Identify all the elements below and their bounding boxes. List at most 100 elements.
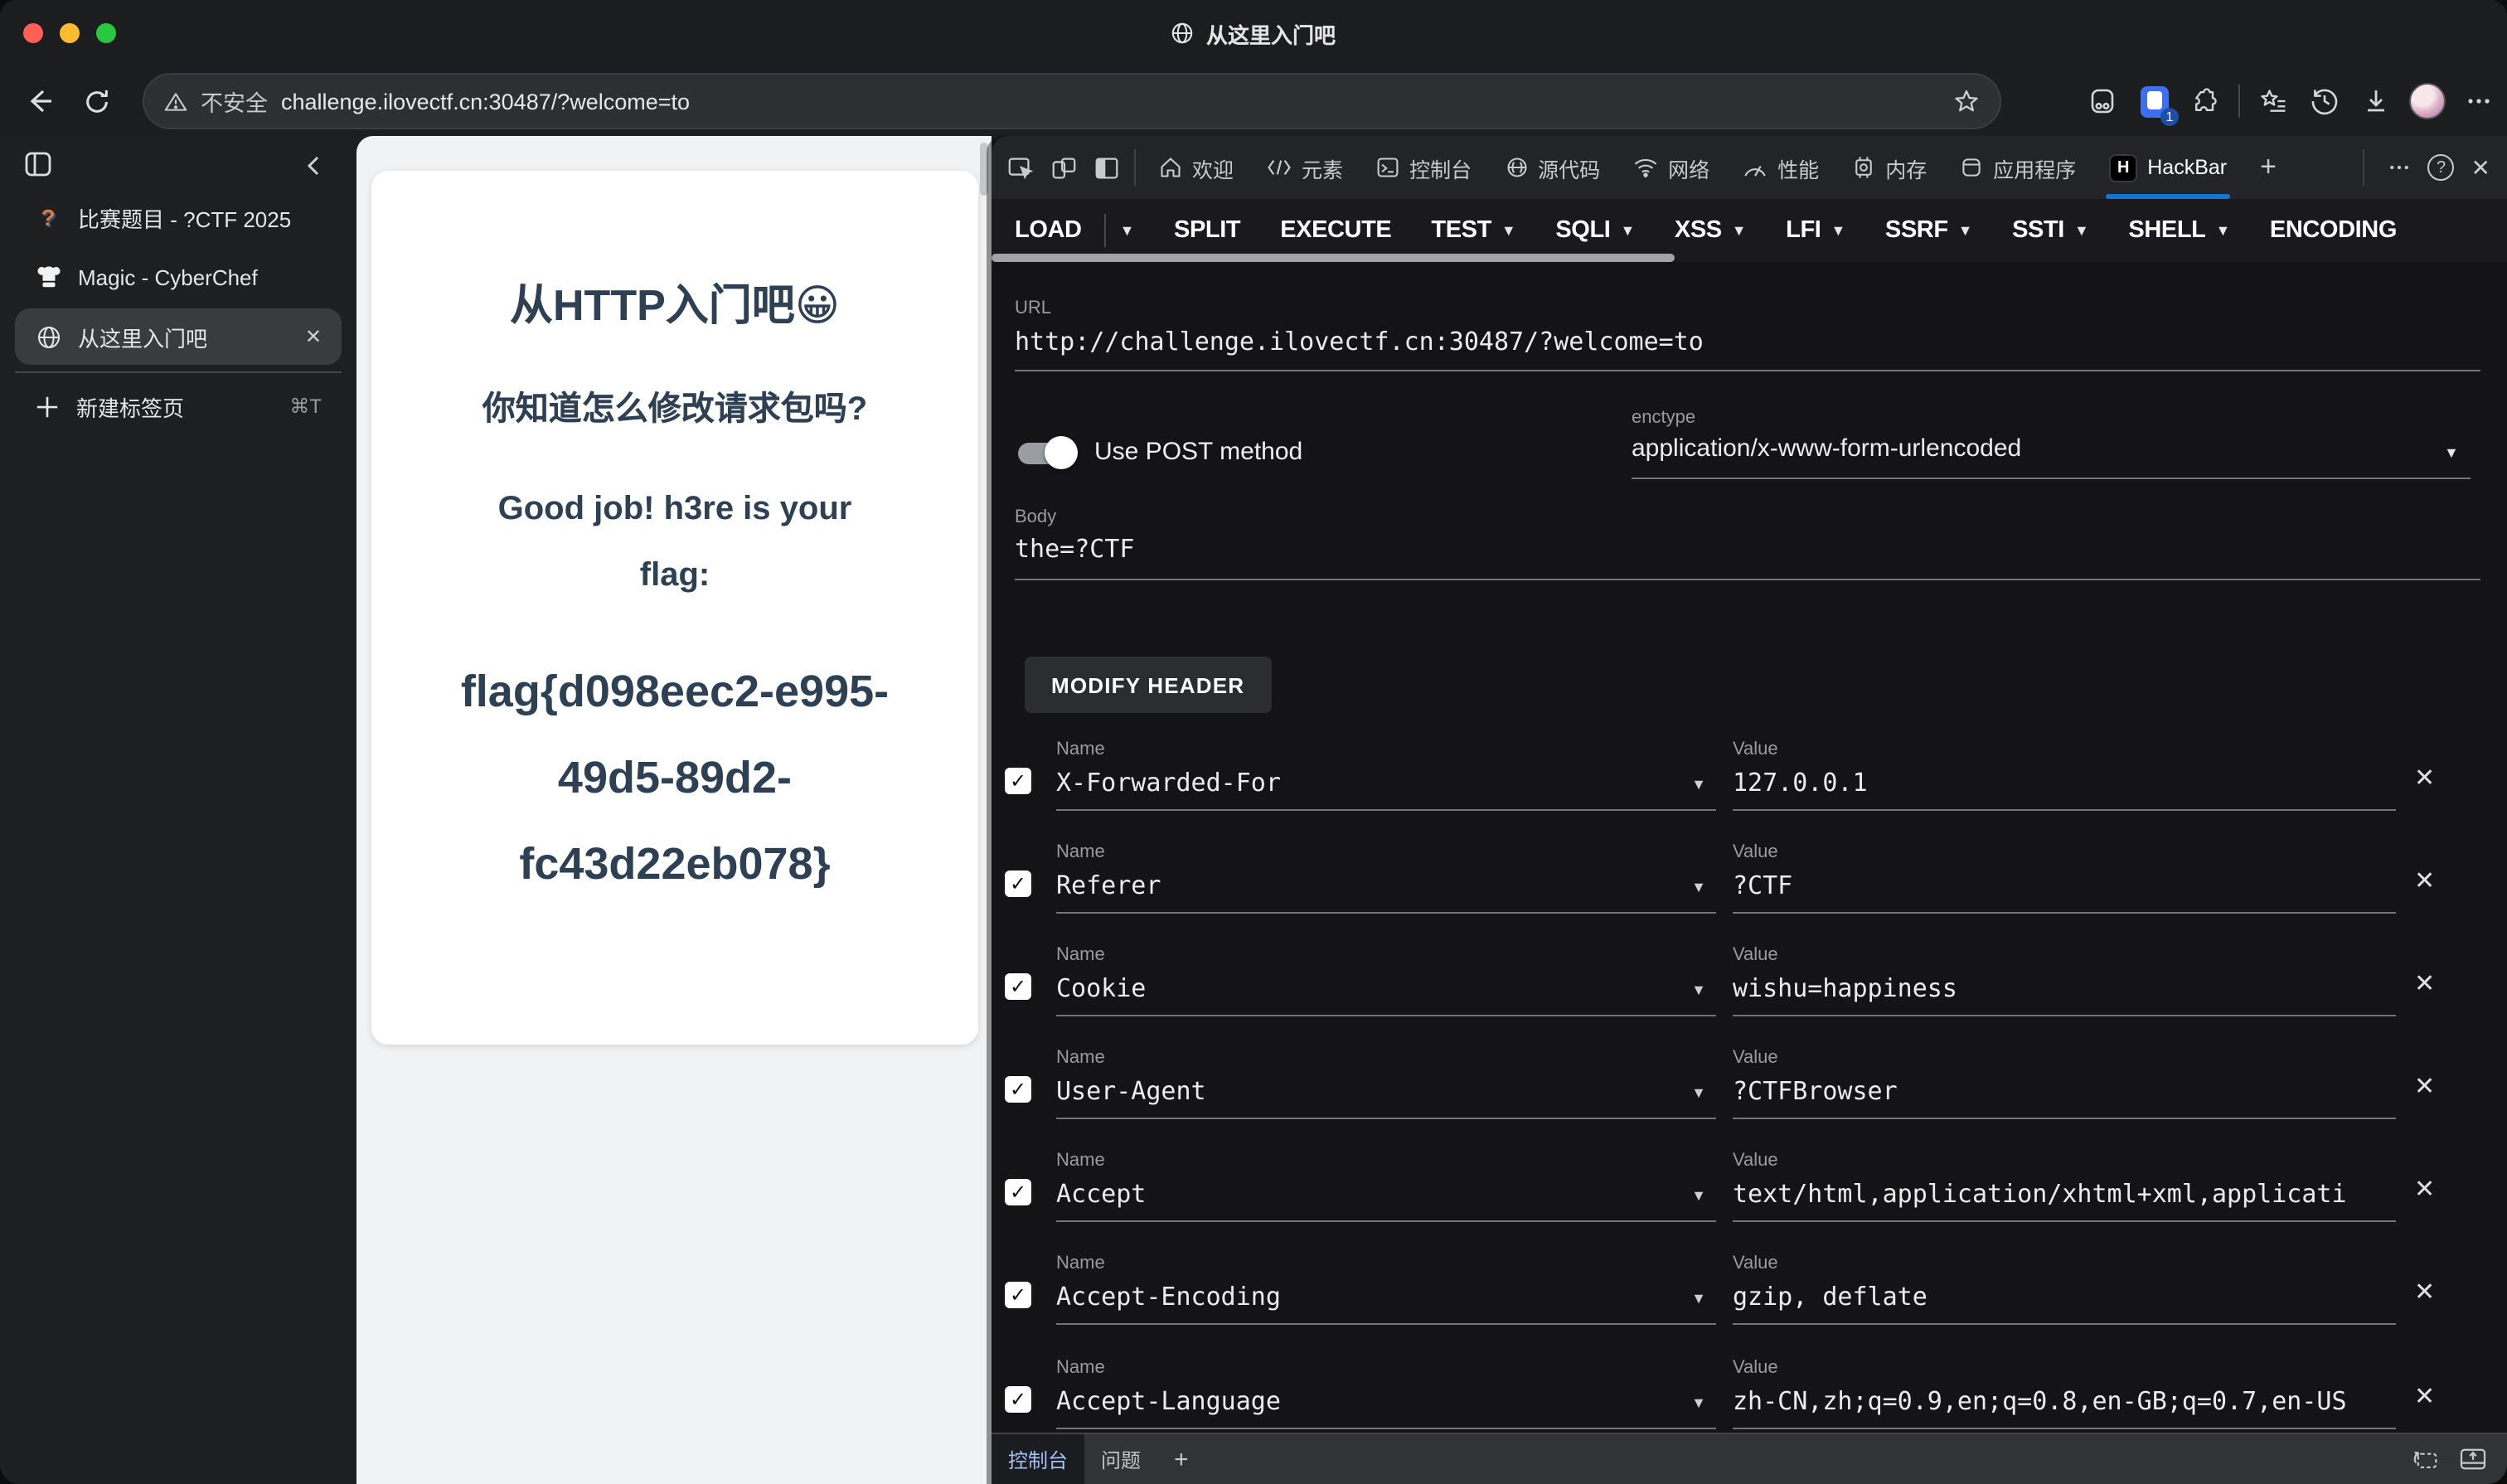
header-name-input[interactable]: User-Agent bbox=[1056, 1076, 1716, 1119]
devtools-help-icon[interactable]: ? bbox=[2427, 154, 2455, 181]
header-name-input[interactable]: Referer bbox=[1056, 871, 1716, 914]
device-toolbar-icon[interactable] bbox=[1041, 146, 1084, 189]
header-name-input[interactable]: X-Forwarded-For bbox=[1056, 768, 1716, 811]
page-scrollbar-thumb[interactable] bbox=[980, 143, 988, 196]
profile-avatar[interactable] bbox=[2409, 83, 2446, 119]
devtools-tab-hackbar[interactable]: H HackBar bbox=[2092, 136, 2243, 199]
menu-split[interactable]: SPLIT bbox=[1174, 217, 1241, 244]
name-dropdown-icon[interactable]: ▼ bbox=[1691, 1290, 1706, 1307]
header-value-input[interactable]: zh-CN,zh;q=0.9,en;q=0.8,en-GB;q=0.7,en-U… bbox=[1733, 1386, 2396, 1429]
menu-test[interactable]: TEST ▼ bbox=[1431, 217, 1515, 244]
header-value-input[interactable]: gzip, deflate bbox=[1733, 1282, 2396, 1325]
horizontal-scrollbar-thumb[interactable] bbox=[992, 254, 1675, 262]
address-bar[interactable]: 不安全 challenge.ilovectf.cn:30487/?welcome… bbox=[143, 73, 2001, 129]
browser-essentials-icon[interactable] bbox=[2084, 83, 2121, 119]
header-checkbox[interactable]: ✓ bbox=[1005, 871, 1031, 897]
menu-ssti[interactable]: SSTI ▼ bbox=[2012, 217, 2089, 244]
chevron-down-icon[interactable]: ▼ bbox=[1120, 222, 1135, 239]
dock-side-icon[interactable] bbox=[1084, 146, 1127, 189]
header-checkbox[interactable]: ✓ bbox=[1005, 1282, 1031, 1308]
sidebar-tab-cyberchef[interactable]: Magic - CyberChef bbox=[15, 249, 342, 305]
remove-header-icon[interactable]: ✕ bbox=[2414, 1381, 2435, 1411]
remove-header-icon[interactable]: ✕ bbox=[2414, 1071, 2435, 1101]
header-value-input[interactable]: ?CTFBrowser bbox=[1733, 1076, 2396, 1119]
tab-label: 性能 bbox=[1777, 158, 1820, 182]
header-checkbox[interactable]: ✓ bbox=[1005, 973, 1031, 1000]
name-dropdown-icon[interactable]: ▼ bbox=[1691, 1084, 1706, 1101]
rotate-device-icon[interactable] bbox=[2409, 1448, 2439, 1471]
header-checkbox[interactable]: ✓ bbox=[1005, 1179, 1031, 1205]
menu-xss[interactable]: XSS ▼ bbox=[1675, 217, 1747, 244]
devtools-tab-performance[interactable]: 性能 bbox=[1726, 136, 1835, 199]
devtools-tab-console[interactable]: 控制台 bbox=[1360, 136, 1488, 199]
name-dropdown-icon[interactable]: ▼ bbox=[1691, 982, 1706, 998]
tab-label: 从这里入门吧 bbox=[78, 326, 208, 351]
devtools-tab-sources[interactable]: 源代码 bbox=[1488, 136, 1617, 199]
post-method-toggle[interactable] bbox=[1015, 434, 1078, 471]
url-text[interactable]: challenge.ilovectf.cn:30487/?welcome=to bbox=[281, 89, 1940, 114]
header-value-input[interactable]: wishu=happiness bbox=[1733, 973, 2396, 1016]
name-dropdown-icon[interactable]: ▼ bbox=[1691, 1394, 1706, 1411]
remove-header-icon[interactable]: ✕ bbox=[2414, 763, 2435, 793]
header-checkbox[interactable]: ✓ bbox=[1005, 1386, 1031, 1413]
security-status-label[interactable]: 不安全 bbox=[201, 85, 268, 118]
sidebar-tab-ctf2025[interactable]: ? 比赛题目 - ?CTF 2025 bbox=[15, 189, 342, 245]
inspect-element-icon[interactable] bbox=[998, 146, 1041, 189]
drawer-tab-issues[interactable]: 问题 bbox=[1084, 1434, 1157, 1484]
extension-with-badge-icon[interactable]: 1 bbox=[2136, 83, 2179, 126]
menu-ssrf[interactable]: SSRF ▼ bbox=[1885, 217, 1973, 244]
enctype-select[interactable]: application/x-www-form-urlencoded bbox=[1632, 434, 2471, 479]
tab-actions-icon[interactable] bbox=[23, 149, 53, 179]
header-value-input[interactable]: text/html,application/xhtml+xml,applicat… bbox=[1733, 1179, 2396, 1222]
sidebar-tab-active[interactable]: 从这里入门吧 ✕ bbox=[15, 308, 342, 365]
devtools-tab-welcome[interactable]: 欢迎 bbox=[1142, 136, 1250, 199]
header-name-input[interactable]: Cookie bbox=[1056, 973, 1716, 1016]
reload-button[interactable] bbox=[76, 81, 116, 121]
drawer-tab-console[interactable]: 控制台 bbox=[992, 1434, 1085, 1484]
header-name-input[interactable]: Accept bbox=[1056, 1179, 1716, 1222]
header-value-input[interactable]: 127.0.0.1 bbox=[1733, 768, 2396, 811]
downloads-icon[interactable] bbox=[2358, 83, 2394, 119]
devtools-close-icon[interactable]: ✕ bbox=[2471, 153, 2490, 182]
extensions-puzzle-icon[interactable] bbox=[2187, 83, 2223, 119]
menu-shell[interactable]: SHELL ▼ bbox=[2128, 217, 2230, 244]
header-checkbox[interactable]: ✓ bbox=[1005, 768, 1031, 794]
history-icon[interactable] bbox=[2306, 83, 2343, 119]
bookmark-star-icon[interactable] bbox=[1953, 88, 1980, 114]
url-field-input[interactable]: http://challenge.ilovectf.cn:30487/?welc… bbox=[1015, 327, 2480, 371]
devtools-more-menu-icon[interactable] bbox=[2388, 156, 2412, 179]
header-value-input[interactable]: ?CTF bbox=[1733, 871, 2396, 914]
globe-favicon bbox=[35, 323, 61, 350]
back-button[interactable] bbox=[20, 81, 60, 121]
devtools-tab-elements[interactable]: 元素 bbox=[1250, 136, 1360, 199]
new-tab-button[interactable]: 新建标签页 ⌘T bbox=[15, 378, 342, 434]
more-tabs-button[interactable]: + bbox=[2243, 136, 2293, 199]
header-checkbox[interactable]: ✓ bbox=[1005, 1076, 1031, 1103]
favorites-icon[interactable] bbox=[2255, 83, 2291, 119]
menu-execute[interactable]: EXECUTE bbox=[1280, 217, 1392, 244]
devtools-tab-memory[interactable]: 内存 bbox=[1835, 136, 1943, 199]
remove-header-icon[interactable]: ✕ bbox=[2414, 968, 2435, 998]
remove-header-icon[interactable]: ✕ bbox=[2414, 1277, 2435, 1307]
expand-drawer-icon[interactable] bbox=[2459, 1448, 2487, 1471]
devtools-tab-application[interactable]: 应用程序 bbox=[1943, 136, 2092, 199]
collapse-sidebar-icon[interactable] bbox=[303, 154, 323, 177]
name-dropdown-icon[interactable]: ▼ bbox=[1691, 1187, 1706, 1204]
body-field-input[interactable]: the=?CTF bbox=[1015, 534, 2480, 580]
enctype-dropdown-icon[interactable]: ▼ bbox=[2444, 444, 2459, 461]
close-tab-icon[interactable]: ✕ bbox=[305, 325, 322, 348]
menu-sqli[interactable]: SQLI ▼ bbox=[1555, 217, 1635, 244]
drawer-add-tab-icon[interactable]: + bbox=[1157, 1445, 1205, 1473]
devtools-tab-network[interactable]: 网络 bbox=[1617, 136, 1726, 199]
name-dropdown-icon[interactable]: ▼ bbox=[1691, 879, 1706, 895]
header-name-input[interactable]: Accept-Language bbox=[1056, 1386, 1716, 1429]
header-name-input[interactable]: Accept-Encoding bbox=[1056, 1282, 1716, 1325]
menu-load[interactable]: LOAD ▼ bbox=[1015, 214, 1134, 247]
remove-header-icon[interactable]: ✕ bbox=[2414, 866, 2435, 895]
modify-header-button[interactable]: MODIFY HEADER bbox=[1025, 657, 1272, 713]
settings-menu-icon[interactable] bbox=[2461, 83, 2497, 119]
remove-header-icon[interactable]: ✕ bbox=[2414, 1174, 2435, 1204]
menu-encoding[interactable]: ENCODING bbox=[2270, 217, 2397, 244]
name-dropdown-icon[interactable]: ▼ bbox=[1691, 776, 1706, 793]
menu-lfi[interactable]: LFI ▼ bbox=[1786, 217, 1845, 244]
